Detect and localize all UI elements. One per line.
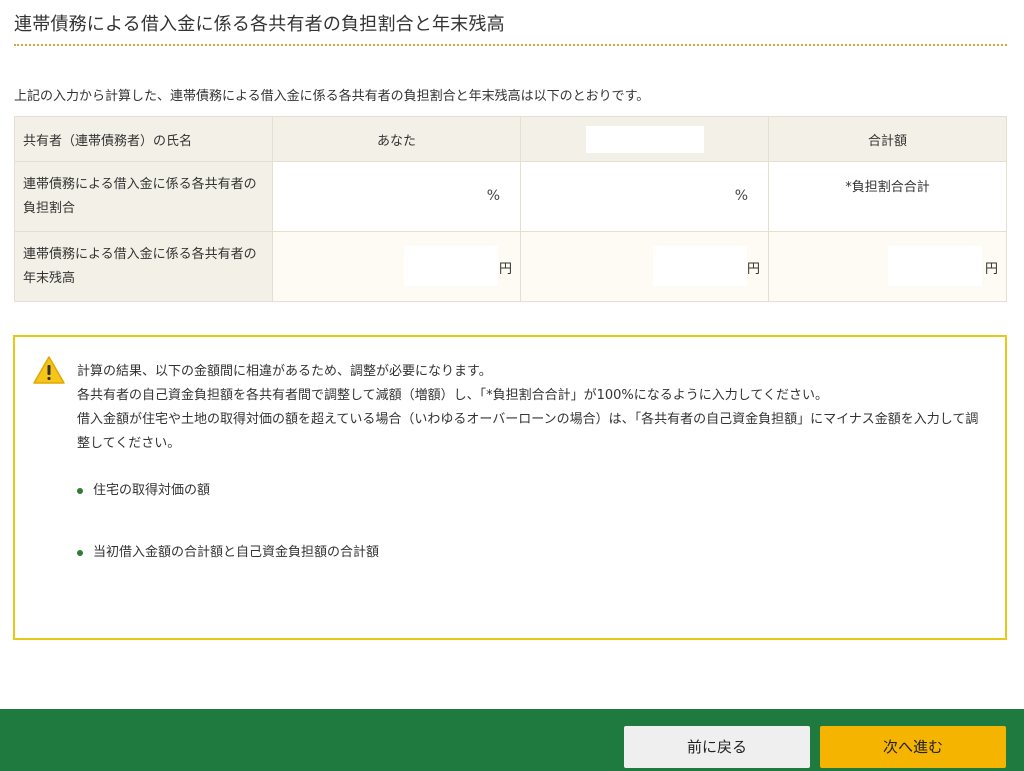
warning-line: 計算の結果、以下の金額間に相違があるため、調整が必要になります。 bbox=[77, 364, 492, 379]
bullet-icon bbox=[77, 550, 83, 556]
footer-bar: 前に戻る 次へ進む bbox=[0, 709, 1024, 771]
balance-value-other bbox=[653, 246, 747, 286]
balance-value-total bbox=[888, 246, 982, 286]
burden-summary-table: 共有者（連帯債務者）の氏名 あなた 合計額 連帯債務による借入金に係る各共有者の… bbox=[14, 116, 1007, 302]
ratio-row-label: 連帯債務による借入金に係る各共有者の負担割合 bbox=[14, 161, 273, 232]
table-row-balance: 連帯債務による借入金に係る各共有者の年末残高 円 円 円 bbox=[14, 231, 1007, 302]
table-header-row: 共有者（連帯債務者）の氏名 あなた 合計額 bbox=[14, 116, 1007, 162]
ratio-total-label: *負担割合合計 bbox=[845, 180, 930, 195]
header-other-owner bbox=[520, 116, 769, 162]
title-divider bbox=[14, 44, 1007, 46]
balance-value-you bbox=[404, 246, 498, 286]
ratio-unit-other: % bbox=[734, 188, 748, 204]
balance-unit-you: 円 bbox=[498, 262, 512, 277]
list-item-label: 当初借入金額の合計額と自己資金負担額の合計額 bbox=[93, 545, 380, 560]
balance-unit-other: 円 bbox=[746, 262, 760, 277]
adjustment-warning-box: 計算の結果、以下の金額間に相違があるため、調整が必要になります。 各共有者の自己… bbox=[13, 335, 1007, 640]
table-row-ratio: 連帯債務による借入金に係る各共有者の負担割合 % % *負担割合合計 bbox=[14, 161, 1007, 232]
bullet-icon bbox=[77, 488, 83, 494]
ratio-cell-total: *負担割合合計 bbox=[768, 161, 1007, 232]
balance-unit-total: 円 bbox=[984, 262, 998, 277]
balance-cell-you: 円 bbox=[272, 231, 521, 302]
owner-name-header: 共有者（連帯債務者）の氏名 bbox=[14, 116, 273, 162]
other-owner-name-field bbox=[585, 125, 704, 153]
balance-row-label: 連帯債務による借入金に係る各共有者の年末残高 bbox=[14, 231, 273, 302]
warning-line: 借入金額が住宅や土地の取得対価の額を超えている場合（いわゆるオーバーローンの場合… bbox=[77, 412, 979, 451]
warning-triangle-icon bbox=[33, 356, 65, 384]
balance-cell-other: 円 bbox=[520, 231, 769, 302]
list-item: 当初借入金額の合計額と自己資金負担額の合計額 bbox=[77, 542, 379, 604]
ratio-cell-other: % bbox=[520, 161, 769, 232]
mismatch-item-list: 住宅の取得対価の額 当初借入金額の合計額と自己資金負担額の合計額 bbox=[77, 480, 379, 604]
warning-message: 計算の結果、以下の金額間に相違があるため、調整が必要になります。 各共有者の自己… bbox=[77, 360, 985, 456]
list-item-label: 住宅の取得対価の額 bbox=[93, 483, 211, 498]
page-title: 連帯債務による借入金に係る各共有者の負担割合と年末残高 bbox=[14, 14, 505, 35]
intro-text: 上記の入力から計算した、連帯債務による借入金に係る各共有者の負担割合と年末残高は… bbox=[14, 89, 650, 104]
header-you: あなた bbox=[272, 116, 521, 162]
next-button[interactable]: 次へ進む bbox=[820, 726, 1006, 768]
header-total: 合計額 bbox=[768, 116, 1007, 162]
ratio-cell-you: % bbox=[272, 161, 521, 232]
warning-line: 各共有者の自己資金負担額を各共有者間で調整して減額（増額）し、「*負担割合合計」… bbox=[77, 388, 828, 403]
balance-cell-total: 円 bbox=[768, 231, 1007, 302]
list-item: 住宅の取得対価の額 bbox=[77, 480, 379, 542]
ratio-unit-you: % bbox=[486, 188, 500, 204]
back-button[interactable]: 前に戻る bbox=[624, 726, 810, 768]
